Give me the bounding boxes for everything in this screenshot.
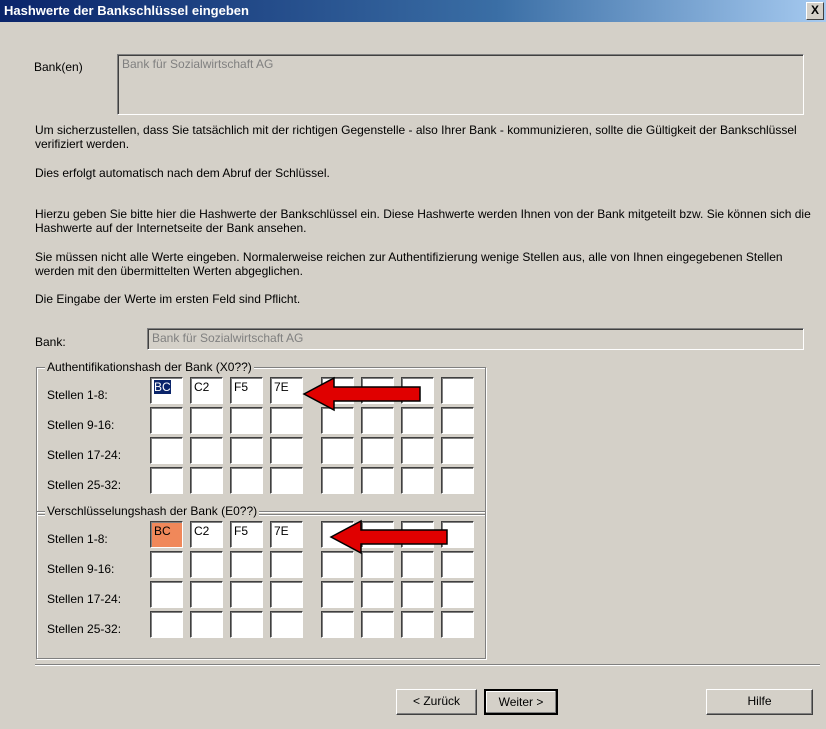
bank-field: Bank für Sozialwirtschaft AG <box>147 328 804 350</box>
enc-row-label: Stellen 17-24: <box>47 592 122 606</box>
enc-hash-cell[interactable] <box>441 581 474 608</box>
enc-hash-value: F5 <box>234 524 249 538</box>
enc-hash-cell[interactable] <box>361 581 394 608</box>
banks-list: Bank für Sozialwirtschaft AG <box>117 54 804 115</box>
separator <box>35 664 820 666</box>
enc-hash-cell[interactable] <box>150 551 183 578</box>
enc-hash-cell[interactable]: C2 <box>190 521 223 548</box>
next-button[interactable]: Weiter > <box>484 689 558 715</box>
auth-hash-cell[interactable] <box>150 467 183 494</box>
enc-hash-cell[interactable] <box>150 581 183 608</box>
auth-hash-value: 7E <box>274 380 289 394</box>
auth-hash-cell[interactable] <box>230 467 263 494</box>
auth-hash-cell[interactable] <box>270 467 303 494</box>
enc-hash-cell[interactable]: BC <box>150 521 183 548</box>
enc-hash-cell[interactable] <box>230 611 263 638</box>
auth-hash-cell[interactable] <box>441 377 474 404</box>
auth-hash-cell[interactable] <box>150 437 183 464</box>
intro-text-1: Um sicherzustellen, dass Sie tatsächlich… <box>35 123 797 151</box>
auth-row-label: Stellen 1-8: <box>47 388 108 402</box>
intro-text-3: Hierzu geben Sie bitte hier die Hashwert… <box>35 207 811 235</box>
enc-hash-group-title: Verschlüsselungshash der Bank (E0??) <box>45 504 260 518</box>
auth-hash-value: C2 <box>194 380 210 394</box>
enc-row-label: Stellen 9-16: <box>47 562 115 576</box>
auth-hash-value: F5 <box>234 380 249 394</box>
window-title: Hashwerte der Bankschlüssel eingeben <box>4 3 249 18</box>
auth-hash-cell[interactable] <box>401 467 434 494</box>
enc-hash-value: 7E <box>274 524 289 538</box>
auth-hash-cell[interactable] <box>270 437 303 464</box>
auth-row-label: Stellen 25-32: <box>47 478 122 492</box>
enc-hash-cell[interactable] <box>401 581 434 608</box>
auth-hash-cell[interactable]: C2 <box>190 377 223 404</box>
auth-row-label: Stellen 9-16: <box>47 418 115 432</box>
auth-hash-cell[interactable] <box>270 407 303 434</box>
auth-hash-cell[interactable]: BC <box>150 377 183 404</box>
auth-hash-cell[interactable] <box>361 437 394 464</box>
auth-hash-cell[interactable] <box>230 437 263 464</box>
enc-hash-cell[interactable] <box>190 551 223 578</box>
enc-hash-value: C2 <box>194 524 210 538</box>
enc-hash-cell[interactable] <box>361 611 394 638</box>
auth-hash-cell[interactable] <box>401 437 434 464</box>
auth-hash-value: BC <box>154 380 171 394</box>
auth-hash-cell[interactable] <box>190 407 223 434</box>
auth-hash-cell[interactable] <box>150 407 183 434</box>
auth-hash-cell[interactable] <box>441 437 474 464</box>
auth-hash-cell[interactable] <box>441 407 474 434</box>
enc-hash-cell[interactable] <box>401 611 434 638</box>
auth-hash-cell[interactable]: F5 <box>230 377 263 404</box>
enc-hash-cell[interactable]: 7E <box>270 521 303 548</box>
auth-hash-cell[interactable] <box>321 467 354 494</box>
bank-label: Bank: <box>35 335 66 349</box>
enc-hash-cell[interactable] <box>190 611 223 638</box>
title-bar: Hashwerte der Bankschlüssel eingeben X <box>0 0 826 22</box>
help-button[interactable]: Hilfe <box>706 689 813 715</box>
arrow-icon <box>329 519 448 555</box>
auth-hash-cell[interactable] <box>361 467 394 494</box>
back-button[interactable]: < Zurück <box>396 689 477 715</box>
enc-hash-cell[interactable] <box>230 551 263 578</box>
close-button[interactable]: X <box>806 2 824 20</box>
auth-hash-cell[interactable] <box>190 467 223 494</box>
intro-text-5: Die Eingabe der Werte im ersten Feld sin… <box>35 292 301 306</box>
enc-row-label: Stellen 25-32: <box>47 622 122 636</box>
enc-hash-cell[interactable] <box>321 611 354 638</box>
enc-hash-cell[interactable]: F5 <box>230 521 263 548</box>
auth-hash-cell[interactable] <box>190 437 223 464</box>
enc-hash-cell[interactable] <box>270 611 303 638</box>
auth-hash-cell[interactable]: 7E <box>270 377 303 404</box>
arrow-icon <box>302 376 421 412</box>
enc-hash-cell[interactable] <box>270 551 303 578</box>
auth-hash-cell[interactable] <box>441 467 474 494</box>
auth-hash-cell[interactable] <box>321 437 354 464</box>
enc-hash-value: BC <box>154 524 171 538</box>
auth-hash-group-title: Authentifikationshash der Bank (X0??) <box>45 360 254 374</box>
enc-hash-cell[interactable] <box>230 581 263 608</box>
auth-hash-cell[interactable] <box>230 407 263 434</box>
enc-hash-cell[interactable] <box>150 611 183 638</box>
enc-hash-cell[interactable] <box>321 581 354 608</box>
auth-row-label: Stellen 17-24: <box>47 448 122 462</box>
enc-row-label: Stellen 1-8: <box>47 532 108 546</box>
enc-hash-cell[interactable] <box>441 611 474 638</box>
banks-label: Bank(en) <box>34 60 83 74</box>
enc-hash-cell[interactable] <box>190 581 223 608</box>
intro-text-4: Sie müssen nicht alle Werte eingeben. No… <box>35 250 783 278</box>
enc-hash-cell[interactable] <box>270 581 303 608</box>
intro-text-2: Dies erfolgt automatisch nach dem Abruf … <box>35 166 330 180</box>
